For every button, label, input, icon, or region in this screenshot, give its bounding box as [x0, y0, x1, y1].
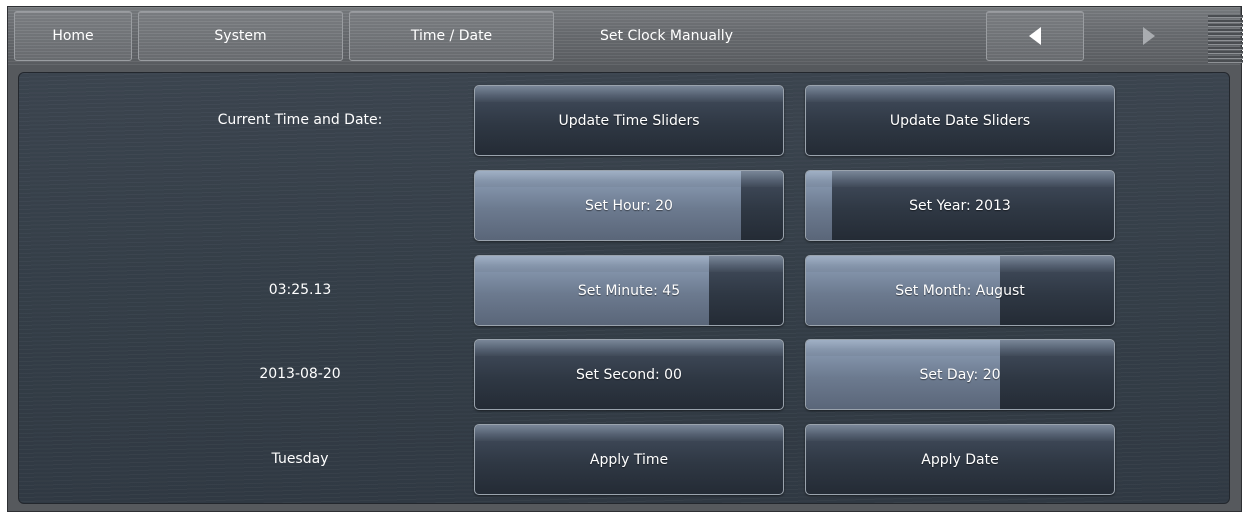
current-weekday-value: Tuesday — [271, 451, 329, 467]
nav-system-button[interactable]: System — [138, 11, 343, 61]
set-hour-label: Set Hour: 20 — [585, 197, 673, 214]
apply-date-button[interactable]: Apply Date — [805, 424, 1115, 495]
current-time-value: 03:25.13 — [268, 282, 332, 298]
forward-button[interactable] — [1100, 11, 1198, 61]
nav-home-label: Home — [52, 28, 94, 44]
set-month-label: Set Month: August — [895, 282, 1025, 299]
menu-icon[interactable] — [1208, 15, 1243, 63]
back-button[interactable] — [986, 11, 1084, 61]
set-year-label: Set Year: 2013 — [909, 197, 1011, 214]
set-year-slider[interactable]: Set Year: 2013 — [805, 170, 1115, 241]
set-month-slider[interactable]: Set Month: August — [805, 255, 1115, 326]
update-time-sliders-button[interactable]: Update Time Sliders — [474, 85, 784, 156]
apply-time-label: Apply Time — [589, 451, 669, 468]
set-second-slider[interactable]: Set Second: 00 — [474, 339, 784, 410]
set-minute-label: Set Minute: 45 — [577, 282, 681, 299]
breadcrumb-current-page: Set Clock Manually — [600, 28, 733, 44]
nav-time-date-label: Time / Date — [410, 28, 493, 44]
set-day-slider[interactable]: Set Day: 20 — [805, 339, 1115, 410]
nav-system-label: System — [214, 28, 267, 44]
set-minute-slider[interactable]: Set Minute: 45 — [474, 255, 784, 326]
left-arrow-icon — [1029, 27, 1041, 45]
right-arrow-icon — [1143, 27, 1155, 45]
nav-time-date-button[interactable]: Time / Date — [349, 11, 554, 61]
update-date-sliders-button[interactable]: Update Date Sliders — [805, 85, 1115, 156]
apply-time-button[interactable]: Apply Time — [474, 424, 784, 495]
set-hour-slider[interactable]: Set Hour: 20 — [474, 170, 784, 241]
set-second-label: Set Second: 00 — [576, 366, 682, 383]
current-date-value: 2013-08-20 — [259, 366, 341, 382]
update-time-sliders-label: Update Time Sliders — [558, 112, 700, 129]
set-day-label: Set Day: 20 — [919, 366, 1001, 383]
update-date-sliders-label: Update Date Sliders — [889, 112, 1031, 129]
apply-date-label: Apply Date — [921, 451, 999, 468]
top-navigation-bar: Home System Time / Date Set Clock Manual… — [8, 7, 1243, 65]
current-time-date-heading: Current Time and Date: — [217, 112, 383, 128]
nav-home-button[interactable]: Home — [14, 11, 132, 61]
